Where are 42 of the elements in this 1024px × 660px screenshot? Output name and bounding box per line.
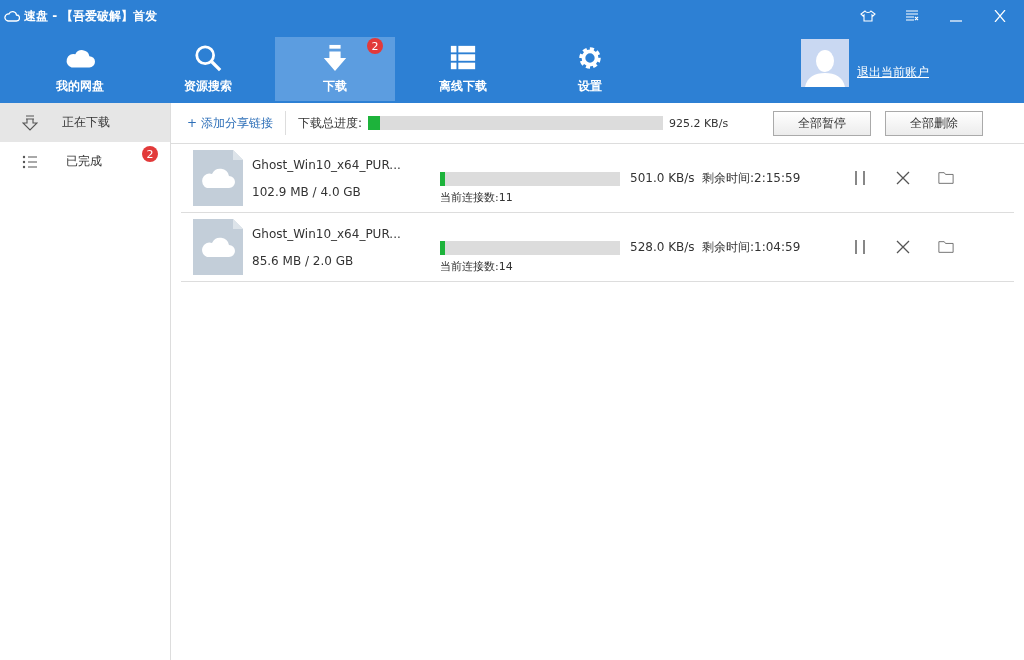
file-size: 85.6 MB / 2.0 GB (252, 253, 355, 268)
file-size: 102.9 MB / 4.0 GB (252, 184, 362, 199)
logout-link[interactable]: 退出当前账户 (857, 64, 929, 81)
pause-icon[interactable] (852, 239, 868, 255)
window-title: 速盘 - 【吾爱破解】首发 (24, 7, 158, 25)
nav-tab[interactable]: 资源搜索 (147, 37, 268, 101)
download-speed: 528.0 KB/s (630, 240, 696, 254)
avatar-icon (801, 39, 849, 87)
nav-tab[interactable]: 下载 2 (275, 37, 395, 101)
download-icon (22, 114, 38, 131)
connection-count: 当前连接数:11 (440, 189, 514, 205)
list-icon (22, 153, 38, 170)
nav-tab[interactable]: 我的网盘 (20, 37, 140, 101)
count-badge: 2 (142, 146, 158, 162)
folder-icon[interactable] (938, 170, 954, 186)
cloud-file-icon (193, 150, 243, 206)
toolbar-button[interactable]: 全部删除 (884, 110, 983, 136)
remaining-time: 剩余时间:1:04:59 (702, 238, 802, 256)
sidebar-item[interactable]: 已完成 2 (0, 142, 170, 181)
total-progress-label: 下载总进度: (297, 114, 362, 132)
search-icon (192, 43, 223, 72)
toolbar-button[interactable]: 全部暂停 (772, 110, 871, 136)
close-icon[interactable] (992, 10, 1008, 22)
total-speed: 925.2 KB/s (668, 116, 730, 130)
connection-count: 当前连接数:14 (440, 258, 514, 274)
pause-icon[interactable] (852, 170, 868, 186)
menu-icon[interactable] (904, 10, 920, 22)
nav-tab[interactable]: 离线下载 (402, 37, 523, 101)
count-badge: 2 (367, 38, 383, 54)
add-share-link[interactable]: + 添加分享链接 (187, 114, 273, 132)
cloud-file-icon (193, 219, 243, 275)
cloud-icon (4, 10, 20, 22)
close-icon[interactable] (895, 239, 911, 255)
file-name: Ghost_Win10_x64_PUR... (252, 157, 402, 172)
close-icon[interactable] (895, 170, 911, 186)
shirt-icon[interactable] (860, 10, 876, 22)
folder-icon[interactable] (938, 239, 954, 255)
remaining-time: 剩余时间:2:15:59 (702, 169, 802, 187)
file-name: Ghost_Win10_x64_PUR... (252, 226, 402, 241)
download-speed: 501.0 KB/s (630, 171, 696, 185)
sidebar-item[interactable]: 正在下载 (0, 103, 170, 142)
nav-tab[interactable]: 设置 (530, 37, 650, 101)
